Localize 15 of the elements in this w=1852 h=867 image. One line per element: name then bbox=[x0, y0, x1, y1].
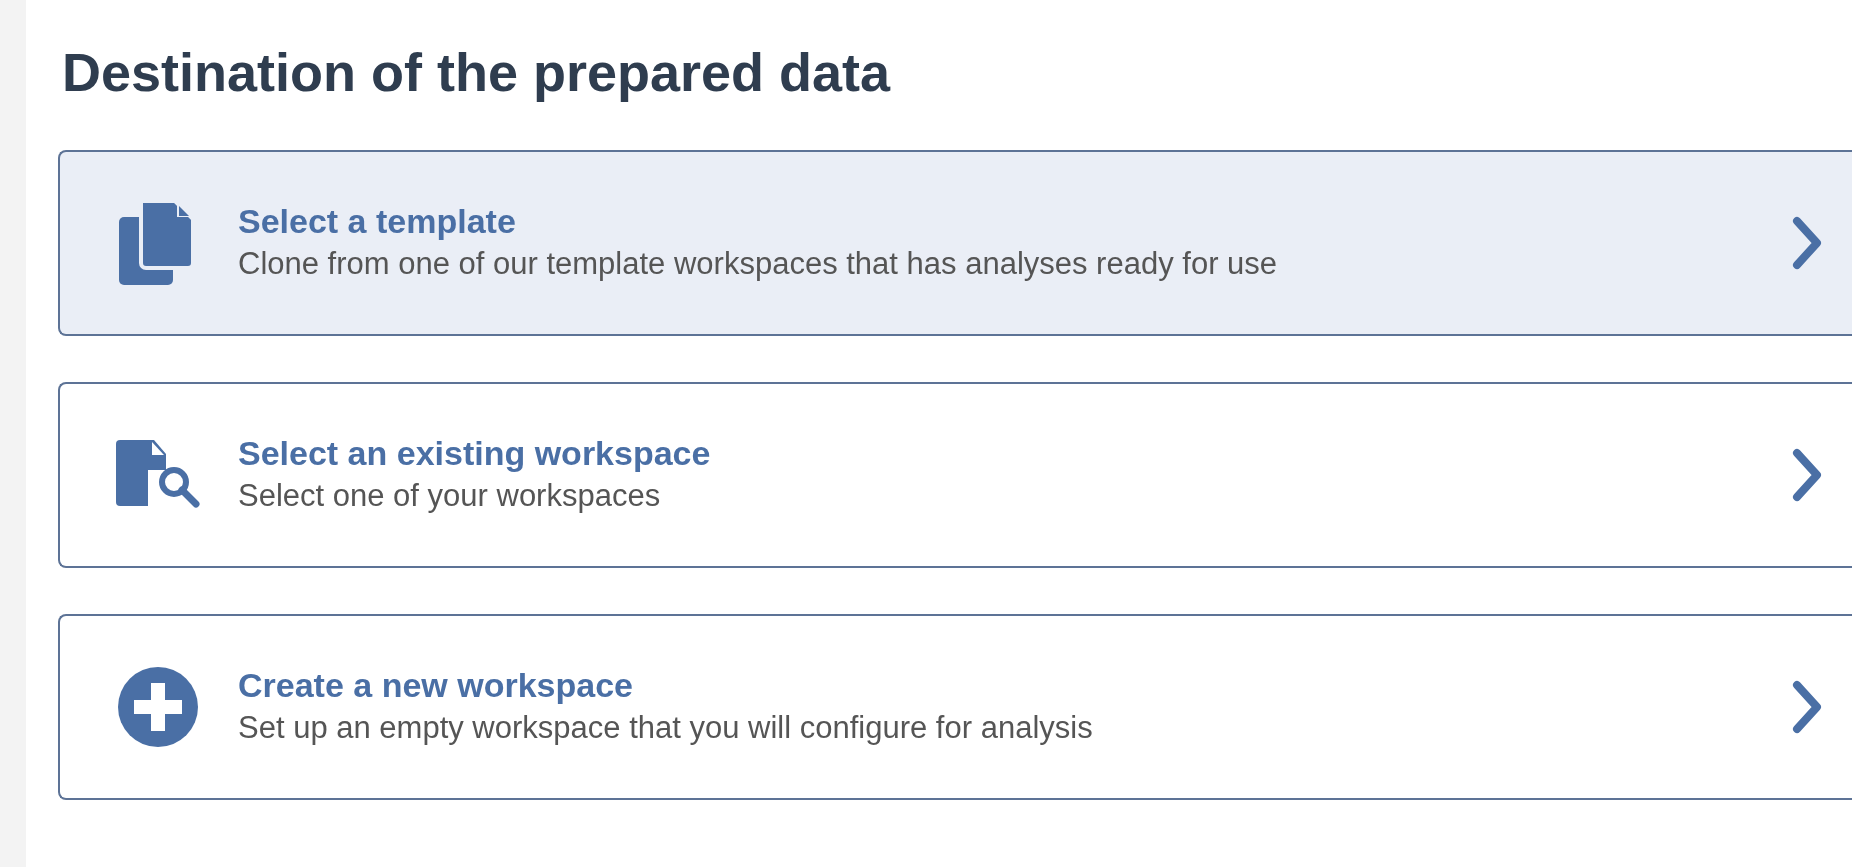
option-title: Create a new workspace bbox=[238, 665, 633, 706]
chevron-right-icon bbox=[1792, 216, 1822, 270]
chevron-right-icon bbox=[1792, 680, 1822, 734]
option-card[interactable]: Select a template Clone from one of our template workspaces that has analyses ready for use bbox=[58, 150, 1852, 336]
option-card[interactable]: Create a new workspace Set up an empty workspace that you will configure for analysis bbox=[58, 614, 1852, 800]
file-search-icon bbox=[116, 440, 200, 510]
option-description: Select one of your workspaces bbox=[238, 477, 661, 515]
plus-circle-icon bbox=[118, 667, 198, 747]
option-description: Set up an empty workspace that you will configure for analysis bbox=[238, 709, 1093, 747]
page-heading: Destination of the prepared data bbox=[62, 41, 891, 104]
option-title: Select a template bbox=[238, 201, 516, 242]
chevron-right-icon bbox=[1792, 448, 1822, 502]
option-card[interactable]: Select an existing workspace Select one of your workspaces bbox=[58, 382, 1852, 568]
option-title: Select an existing workspace bbox=[238, 433, 711, 474]
option-description: Clone from one of our template workspaces that has analyses ready for use bbox=[238, 245, 1278, 283]
